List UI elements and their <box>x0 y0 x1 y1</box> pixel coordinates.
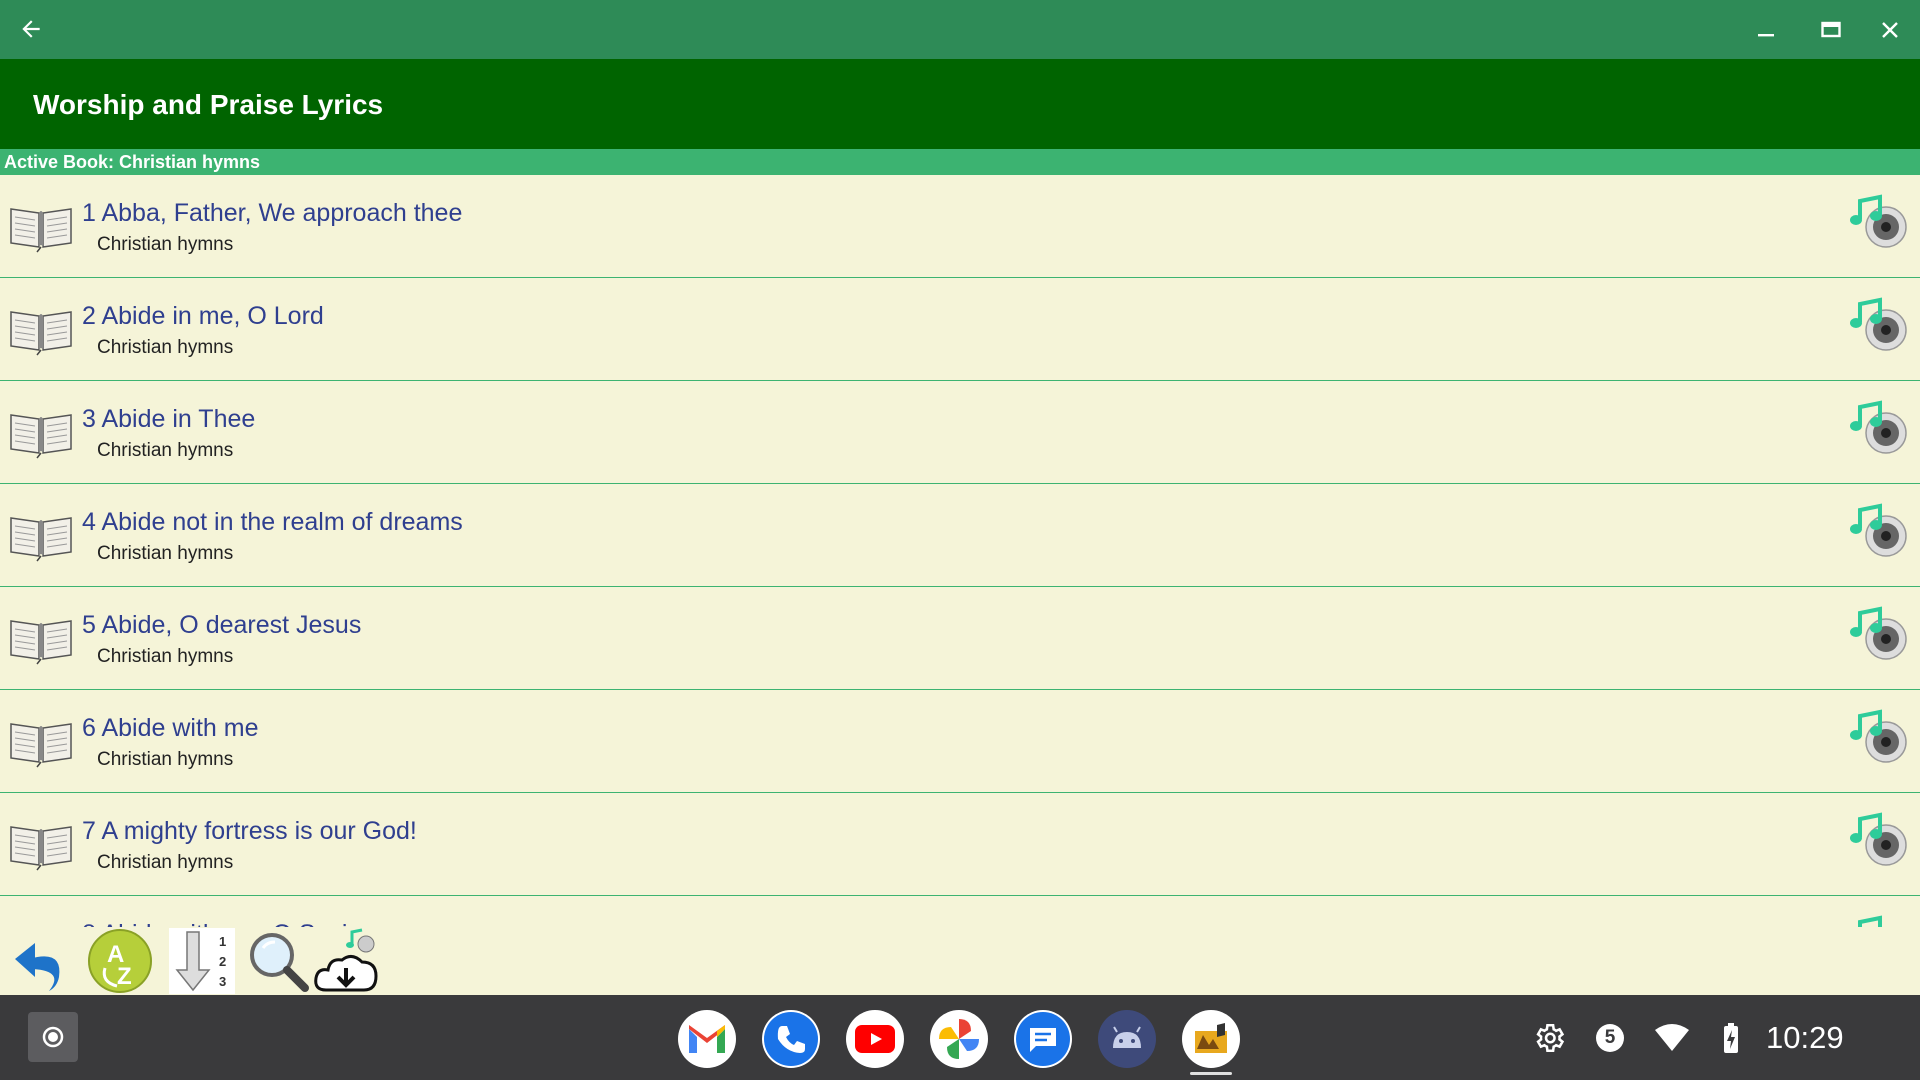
song-row[interactable]: 7 A mighty fortress is our God! Christia… <box>0 793 1920 896</box>
close-icon <box>1882 22 1898 38</box>
undo-button[interactable] <box>6 927 74 995</box>
sort-digit-2: 2 <box>219 954 226 969</box>
settings-gear-icon <box>1536 1023 1565 1052</box>
notification-count: 5 <box>1604 1026 1616 1048</box>
os-shelf: 5 10:29 <box>0 995 1920 1080</box>
open-book-icon <box>10 826 72 871</box>
sort-number-button[interactable]: 1 2 3 <box>168 927 236 995</box>
window-titlebar <box>0 0 1920 59</box>
notification-badge[interactable]: 5 <box>1596 995 1624 1080</box>
battery-charging-icon <box>1724 1022 1738 1053</box>
az-letter-z: Z <box>117 963 132 990</box>
maximize-icon <box>1821 21 1841 38</box>
song-book-name: Christian hymns <box>97 234 234 255</box>
app-bar: Worship and Praise Lyrics <box>0 59 1920 149</box>
youtube-icon <box>855 1025 895 1053</box>
open-book-icon <box>7 918 75 927</box>
song-row[interactable]: 6 Abide with me Christian hymns <box>0 690 1920 793</box>
song-row[interactable]: 4 Abide not in the realm of dreams Chris… <box>0 484 1920 587</box>
worship-app[interactable] <box>1182 1010 1240 1068</box>
search-button[interactable] <box>244 927 312 995</box>
song-title: 4 Abide not in the realm of dreams <box>82 508 463 536</box>
active-app-indicator <box>1190 1072 1232 1075</box>
song-row[interactable]: 2 Abide in me, O Lord Christian hymns <box>0 278 1920 381</box>
phone-app[interactable] <box>762 1010 820 1068</box>
battery-status[interactable] <box>1722 995 1740 1080</box>
undo-icon <box>15 943 60 991</box>
android-icon <box>1113 1026 1141 1048</box>
song-title: 3 Abide in Thee <box>82 405 256 433</box>
song-title: 2 Abide in me, O Lord <box>82 302 324 330</box>
music-speaker-icon[interactable] <box>1846 708 1912 770</box>
song-row[interactable]: 1 Abba, Father, We approach thee Christi… <box>0 175 1920 278</box>
sort-az-button[interactable]: A Z <box>86 927 154 995</box>
open-book-icon <box>10 311 72 356</box>
song-title: 7 A mighty fortress is our God! <box>82 817 417 845</box>
cloud-download-music-icon <box>314 928 378 992</box>
app-title: Worship and Praise Lyrics <box>33 89 384 120</box>
open-book-icon <box>10 517 72 562</box>
open-book-icon <box>10 723 72 768</box>
wifi-status[interactable] <box>1654 995 1690 1080</box>
cloud-download-button[interactable] <box>312 927 380 995</box>
song-row[interactable]: 5 Abide, O dearest Jesus Christian hymns <box>0 587 1920 690</box>
bottom-toolbar: A Z 1 2 3 <box>0 927 1920 995</box>
active-book-label: Active Book: Christian hymns <box>0 149 1920 175</box>
song-title: 6 Abide with me <box>82 714 259 742</box>
launcher-circle-icon <box>42 1026 64 1048</box>
music-speaker-icon[interactable] <box>1846 399 1912 461</box>
sort-number-icon: 1 2 3 <box>169 928 235 994</box>
worship-app-icon <box>1195 1023 1227 1053</box>
song-book-name: Christian hymns <box>97 440 234 461</box>
song-row[interactable]: 8 Abide with me, O Savior Christian hymn… <box>0 896 1920 927</box>
launcher-button[interactable] <box>28 1012 78 1062</box>
music-speaker-icon[interactable] <box>1846 193 1912 255</box>
search-icon <box>250 933 309 992</box>
back-button[interactable] <box>14 12 48 46</box>
song-book-name: Christian hymns <box>97 852 234 873</box>
messages-icon <box>1016 1012 1070 1066</box>
photos-app[interactable] <box>930 1010 988 1068</box>
song-title: 8 Abide with me, O Savior <box>82 920 370 927</box>
open-book-icon <box>10 620 72 665</box>
song-list[interactable]: 1 Abba, Father, We approach thee Christi… <box>0 175 1920 927</box>
music-speaker-icon[interactable] <box>1846 914 1912 927</box>
gmail-app[interactable] <box>678 1010 736 1068</box>
song-title: 1 Abba, Father, We approach thee <box>82 199 463 227</box>
sort-az-icon: A Z <box>88 929 152 993</box>
song-title: 5 Abide, O dearest Jesus <box>82 611 362 639</box>
minimize-icon <box>1758 34 1774 37</box>
messages-app[interactable] <box>1014 1010 1072 1068</box>
song-book-name: Christian hymns <box>97 749 234 770</box>
sort-digit-3: 3 <box>219 974 226 989</box>
gmail-icon <box>689 1025 725 1053</box>
settings-tray-button[interactable] <box>1532 995 1566 1080</box>
open-book-icon <box>10 208 72 253</box>
music-speaker-icon[interactable] <box>1846 605 1912 667</box>
song-book-name: Christian hymns <box>97 646 234 667</box>
music-speaker-icon[interactable] <box>1846 811 1912 873</box>
music-speaker-icon[interactable] <box>1846 296 1912 358</box>
song-book-name: Christian hymns <box>97 337 234 358</box>
wifi-icon <box>1655 1023 1689 1051</box>
maximize-button[interactable] <box>1813 12 1849 48</box>
clock[interactable]: 10:29 <box>1766 995 1844 1080</box>
minimize-button[interactable] <box>1748 12 1784 48</box>
song-row[interactable]: 3 Abide in Thee Christian hymns <box>0 381 1920 484</box>
android-app[interactable] <box>1098 1010 1156 1068</box>
arrow-left-icon <box>22 20 40 38</box>
close-button[interactable] <box>1872 12 1908 48</box>
photos-icon <box>939 1019 979 1059</box>
notification-count-icon: 5 <box>1596 1023 1624 1052</box>
youtube-app[interactable] <box>846 1010 904 1068</box>
music-speaker-icon[interactable] <box>1846 502 1912 564</box>
sort-digit-1: 1 <box>219 934 226 949</box>
phone-icon <box>764 1012 818 1066</box>
open-book-icon <box>10 414 72 459</box>
song-book-name: Christian hymns <box>97 543 234 564</box>
